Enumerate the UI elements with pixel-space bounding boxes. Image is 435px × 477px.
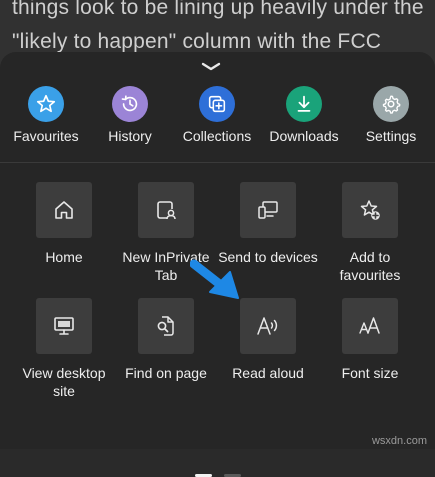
downloads-label: Downloads (269, 128, 339, 144)
send-to-devices-tile[interactable]: Send to devices (216, 182, 320, 266)
add-to-favourites-label: Add to favourites (339, 249, 401, 283)
watermark: wsxdn.com (371, 435, 427, 447)
menu-divider (0, 162, 435, 163)
history-label: History (108, 128, 152, 144)
read-aloud-label: Read aloud (232, 365, 304, 381)
home-tile[interactable]: Home (12, 182, 116, 266)
star-icon (28, 86, 64, 122)
article-text-line-1: things look to be lining up heavily unde… (12, 0, 424, 19)
home-icon (36, 182, 92, 238)
desktop-site-icon (36, 298, 92, 354)
collections-label: Collections (182, 128, 252, 144)
home-label: Home (45, 249, 83, 265)
collections-button[interactable]: Collections (174, 86, 260, 144)
gear-icon (373, 86, 409, 122)
downloads-button[interactable]: Downloads (261, 86, 347, 144)
pointer-arrow-icon (189, 258, 246, 309)
settings-button[interactable]: Settings (348, 86, 434, 144)
article-text-line-2: "likely to happen" column with the FCC (12, 30, 382, 53)
view-desktop-site-label: View desktop site (22, 365, 106, 399)
collections-icon (199, 86, 235, 122)
add-to-favourites-tile[interactable]: Add to favourites (318, 182, 422, 284)
find-on-page-label: Find on page (125, 365, 207, 381)
read-aloud-tile[interactable]: Read aloud (216, 298, 320, 382)
add-favourite-icon (342, 182, 398, 238)
view-desktop-site-tile[interactable]: View desktop site (12, 298, 116, 400)
send-to-devices-icon (240, 182, 296, 238)
favourites-label: Favourites (13, 128, 79, 144)
font-size-tile[interactable]: Font size (318, 298, 422, 382)
font-size-icon (342, 298, 398, 354)
sheet-drag-handle[interactable] (201, 62, 221, 72)
inprivate-tab-icon (138, 182, 194, 238)
find-on-page-icon (138, 298, 194, 354)
history-button[interactable]: History (87, 86, 173, 144)
font-size-label: Font size (341, 365, 399, 381)
download-icon (286, 86, 322, 122)
settings-label: Settings (365, 128, 417, 144)
history-icon (112, 86, 148, 122)
favourites-button[interactable]: Favourites (3, 86, 89, 144)
browser-menu-sheet: Favourites History Collections Downloads… (0, 52, 435, 477)
find-on-page-tile[interactable]: Find on page (114, 298, 218, 382)
read-aloud-icon (240, 298, 296, 354)
